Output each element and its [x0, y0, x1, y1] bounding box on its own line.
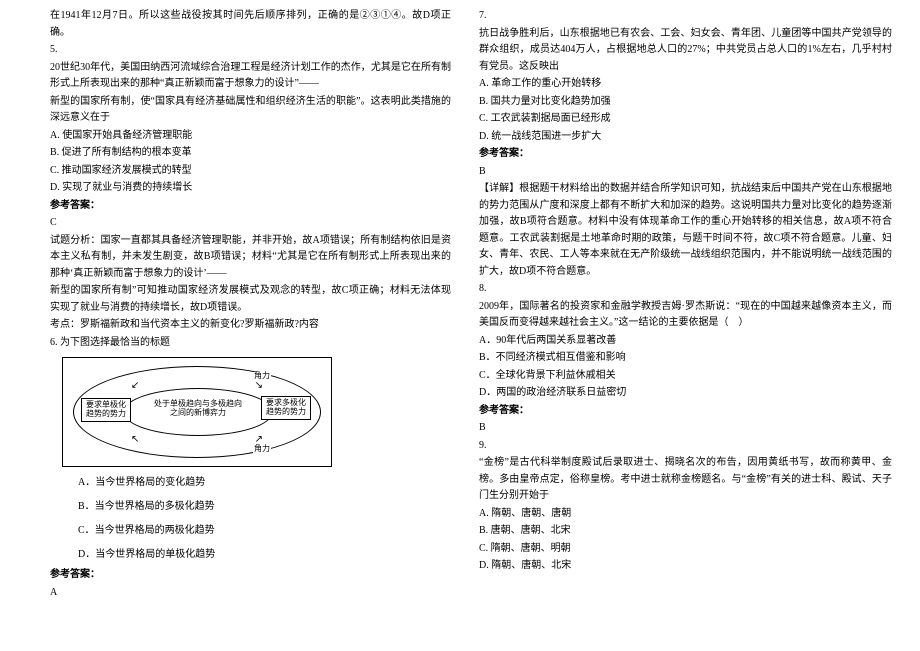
q5-option-a: A. 使国家开始具备经济管理职能	[50, 128, 451, 145]
q9-option-b: B. 唐朝、唐朝、北宋	[479, 523, 892, 540]
q8-answer: B	[479, 420, 892, 437]
q9-option-d: D. 隋朝、唐朝、北宋	[479, 558, 892, 575]
q7-number: 7.	[479, 8, 892, 25]
arrow-icon: ↙	[131, 378, 139, 395]
q6-answer-label: 参考答案：	[50, 567, 451, 584]
right-column: 7. 抗日战争胜利后，山东根据地已有农会、工会、妇女会、青年团、儿童团等中国共产…	[471, 8, 892, 651]
left-column: 在1941年12月7日。所以这些战役按其时间先后顺序排列，正确的是②③①④。故D…	[50, 8, 471, 651]
q5-stem-1: 20世纪30年代，美国田纳西河流域综合治理工程是经济计划工作的杰作，尤其是它在所…	[50, 60, 451, 93]
q7-answer-label: 参考答案：	[479, 146, 892, 163]
q9-number: 9.	[479, 438, 892, 455]
q5-option-d: D. 实现了就业与消费的持续增长	[50, 180, 451, 197]
q7-answer: B	[479, 164, 892, 181]
q6-option-d: D．当今世界格局的单极化趋势	[78, 543, 268, 567]
q5-stem-2: 新型的国家所有制，使“国家具有经济基础属性和组织经济生活的职能”。这表明此类措施…	[50, 94, 451, 127]
q9-option-c: C. 隋朝、唐朝、明朝	[479, 541, 892, 558]
q5-number: 5.	[50, 42, 451, 59]
q8-stem: 2009年，国际著名的投资家和金融学教授吉姆·罗杰斯说：“现在的中国越来越像资本…	[479, 299, 892, 332]
q5-answer-label: 参考答案：	[50, 198, 451, 215]
q6-stem: 6. 为下图选择最恰当的标题	[50, 335, 451, 352]
q8-answer-label: 参考答案：	[479, 403, 892, 420]
arrow-icon: ↗	[255, 432, 263, 449]
q5-explanation-2: 新型的国家所有制”可知推动国家经济发展模式及观念的转型，故C项正确；材料无法体现…	[50, 283, 451, 316]
arrow-icon: ↘	[255, 378, 263, 395]
q5-explanation-1: 试题分析：国家一直都其具备经济管理职能，并非开始，故A项错误；所有制结构依旧是资…	[50, 233, 451, 283]
q5-answer: C	[50, 215, 451, 232]
q6-option-c: C．当今世界格局的两极化趋势	[78, 519, 268, 543]
q8-option-c: C．全球化背景下利益休戚相关	[479, 368, 892, 385]
q8-number: 8.	[479, 281, 892, 298]
q5-option-b: B. 促进了所有制结构的根本变革	[50, 145, 451, 162]
q9-option-a: A. 隋朝、唐朝、唐朝	[479, 506, 892, 523]
carryover-text: 在1941年12月7日。所以这些战役按其时间先后顺序排列，正确的是②③①④。故D…	[50, 8, 451, 41]
q6-options: A．当今世界格局的变化趋势 B．当今世界格局的多极化趋势 C．当今世界格局的两极…	[50, 471, 451, 567]
q5-option-c: C. 推动国家经济发展模式的转型	[50, 163, 451, 180]
exam-page: 在1941年12月7日。所以这些战役按其时间先后顺序排列，正确的是②③①④。故D…	[0, 0, 920, 651]
q7-explanation: 【详解】根据题干材料给出的数据并结合所学知识可知，抗战结束后中国共产党在山东根据…	[479, 181, 892, 280]
q9-stem: “金榜”是古代科举制度殿试后录取进士、揭晓名次的布告，因用黄纸书写，故而称黄甲、…	[479, 455, 892, 505]
diagram-right-box: 要求多极化趋势的势力	[261, 396, 311, 420]
q5-explanation-3: 考点：罗斯福新政和当代资本主义的新变化?罗斯福新政?内容	[50, 317, 451, 334]
q6-answer: A	[50, 585, 451, 602]
q8-option-a: A．90年代后两国关系显著改善	[479, 333, 892, 350]
q6-option-b: B．当今世界格局的多极化趋势	[78, 495, 268, 519]
diagram-center-label: 处于单极趋向与多极趋向之间的新博弈力	[153, 400, 243, 418]
diagram-left-box: 要求单极化趋势的势力	[81, 398, 131, 422]
q6-diagram: 要求单极化趋势的势力 处于单极趋向与多极趋向之间的新博弈力 要求多极化趋势的势力…	[62, 357, 332, 467]
q8-option-b: B．不同经济模式相互借鉴和影响	[479, 350, 892, 367]
q7-option-d: D. 统一战线范围进一步扩大	[479, 129, 892, 146]
arrow-icon: ↖	[131, 432, 139, 449]
q6-option-a: A．当今世界格局的变化趋势	[78, 471, 268, 495]
q7-stem: 抗日战争胜利后，山东根据地已有农会、工会、妇女会、青年团、儿童团等中国共产党领导…	[479, 26, 892, 76]
q8-option-d: D．两国的政治经济联系日益密切	[479, 385, 892, 402]
q7-option-a: A. 革命工作的重心开始转移	[479, 76, 892, 93]
q7-option-c: C. 工农武装割据局面已经形成	[479, 111, 892, 128]
q7-option-b: B. 国共力量对比变化趋势加强	[479, 94, 892, 111]
